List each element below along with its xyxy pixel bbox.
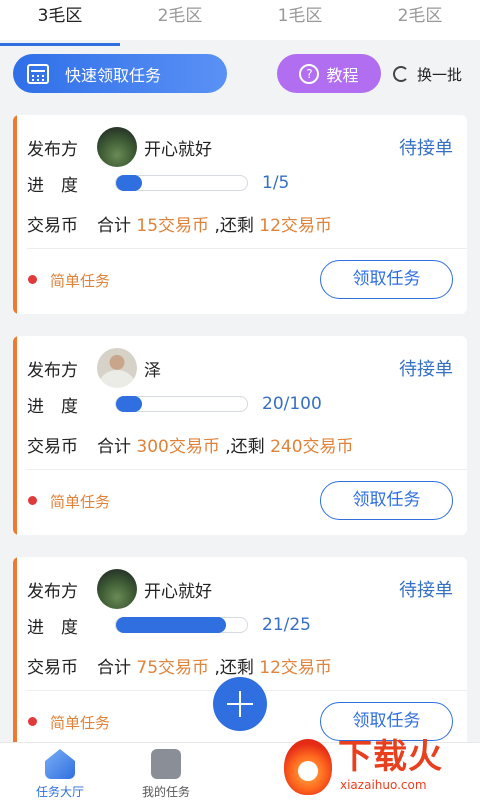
coin-label: 交易币	[27, 657, 78, 678]
nav-task-hall[interactable]: 任务大厅	[25, 749, 95, 800]
remain-value: 12交易币	[259, 215, 332, 236]
avatar	[97, 569, 137, 609]
nav-label: 任务大厅	[35, 785, 84, 799]
progress-count: 21/25	[262, 615, 311, 635]
task-type: 简单任务	[50, 272, 111, 290]
progress-count: 1/5	[262, 173, 290, 193]
remain-label: ,还剩	[214, 215, 254, 236]
total-value: 300交易币	[136, 436, 220, 457]
total-value: 15交易币	[136, 215, 210, 236]
status-label: 待接单	[399, 138, 453, 159]
watermark-brand: 下载火	[338, 737, 443, 777]
publisher-name: 开心就好	[144, 581, 212, 602]
coin-row: 交易币 合计 75交易币 ,还剩 12交易币	[27, 650, 332, 680]
tab-region-2[interactable]: 2毛区	[120, 0, 240, 40]
publisher-name: 泽	[144, 360, 161, 381]
home-icon	[45, 749, 75, 779]
refresh-label: 换一批	[417, 65, 463, 84]
publisher-label: 发布方	[27, 139, 78, 160]
publisher-row: 发布方 开心就好	[27, 127, 212, 167]
publisher-row: 发布方 开心就好	[27, 569, 212, 609]
nav-label: 我的任务	[141, 785, 190, 799]
coin-label: 交易币	[27, 436, 78, 457]
coin-row: 交易币 合计 300交易币 ,还剩 240交易币	[27, 429, 354, 459]
divider	[27, 469, 467, 470]
task-type-dot	[28, 275, 37, 284]
total-label: 合计	[97, 657, 131, 678]
total-label: 合计	[97, 436, 131, 457]
progress-bar	[115, 617, 248, 633]
region-tabs: 3毛区 2毛区 1毛区 2毛区	[0, 0, 480, 46]
refresh-button[interactable]: 换一批	[393, 60, 462, 88]
task-type: 简单任务	[50, 714, 111, 732]
watermark-url: xiazaihuo.com	[340, 778, 427, 792]
flame-icon	[284, 739, 332, 795]
tab-region-4[interactable]: 2毛区	[360, 0, 480, 40]
add-task-button[interactable]	[213, 677, 267, 731]
progress-fill	[116, 617, 227, 633]
remain-value: 240交易币	[270, 436, 354, 457]
remain-label: ,还剩	[225, 436, 265, 457]
task-type: 简单任务	[50, 493, 111, 511]
tab-region-3[interactable]: 1毛区	[240, 0, 360, 40]
claim-task-button[interactable]: 领取任务	[320, 260, 453, 299]
remain-label: ,还剩	[214, 657, 254, 678]
progress-row: 进 度 20/100	[27, 389, 322, 419]
progress-row: 进 度 21/25	[27, 610, 311, 640]
total-label: 合计	[97, 215, 131, 236]
progress-label: 进 度	[27, 175, 78, 196]
task-type-dot	[28, 496, 37, 505]
quick-claim-button[interactable]: 快速领取任务	[13, 54, 227, 93]
divider	[27, 248, 467, 249]
tutorial-label: 教程	[326, 65, 359, 85]
total-value: 75交易币	[136, 657, 210, 678]
help-icon: ?	[299, 63, 320, 84]
progress-count: 20/100	[262, 394, 322, 414]
publisher-name: 开心就好	[144, 139, 212, 160]
task-type-dot	[28, 717, 37, 726]
remain-value: 12交易币	[259, 657, 332, 678]
publisher-label: 发布方	[27, 581, 78, 602]
progress-fill	[116, 175, 143, 191]
task-card: 发布方 开心就好 待接单 进 度 1/5 交易币 合计 15交易币 ,还剩 12…	[13, 115, 467, 314]
avatar	[97, 127, 137, 167]
quick-claim-label: 快速领取任务	[65, 65, 162, 85]
tab-region-1[interactable]: 3毛区	[0, 0, 120, 46]
publisher-row: 发布方 泽	[27, 348, 161, 388]
coin-label: 交易币	[27, 215, 78, 236]
tutorial-button[interactable]: ? 教程	[277, 54, 381, 93]
progress-label: 进 度	[27, 396, 78, 417]
task-list-icon	[151, 749, 181, 779]
refresh-icon	[393, 66, 409, 82]
watermark-logo: 下载火 xiazaihuo.com	[282, 735, 480, 800]
task-card: 发布方 泽 待接单 进 度 20/100 交易币 合计 300交易币 ,还剩 2…	[13, 336, 467, 535]
avatar	[97, 348, 137, 388]
progress-bar	[115, 175, 248, 191]
progress-fill	[116, 396, 143, 412]
progress-bar	[115, 396, 248, 412]
calendar-icon	[27, 63, 49, 84]
coin-row: 交易币 合计 15交易币 ,还剩 12交易币	[27, 208, 332, 238]
status-label: 待接单	[399, 580, 453, 601]
progress-row: 进 度 1/5	[27, 168, 289, 198]
publisher-label: 发布方	[27, 360, 78, 381]
progress-label: 进 度	[27, 617, 78, 638]
status-label: 待接单	[399, 359, 453, 380]
nav-my-tasks[interactable]: 我的任务	[131, 749, 201, 800]
claim-task-button[interactable]: 领取任务	[320, 481, 453, 520]
